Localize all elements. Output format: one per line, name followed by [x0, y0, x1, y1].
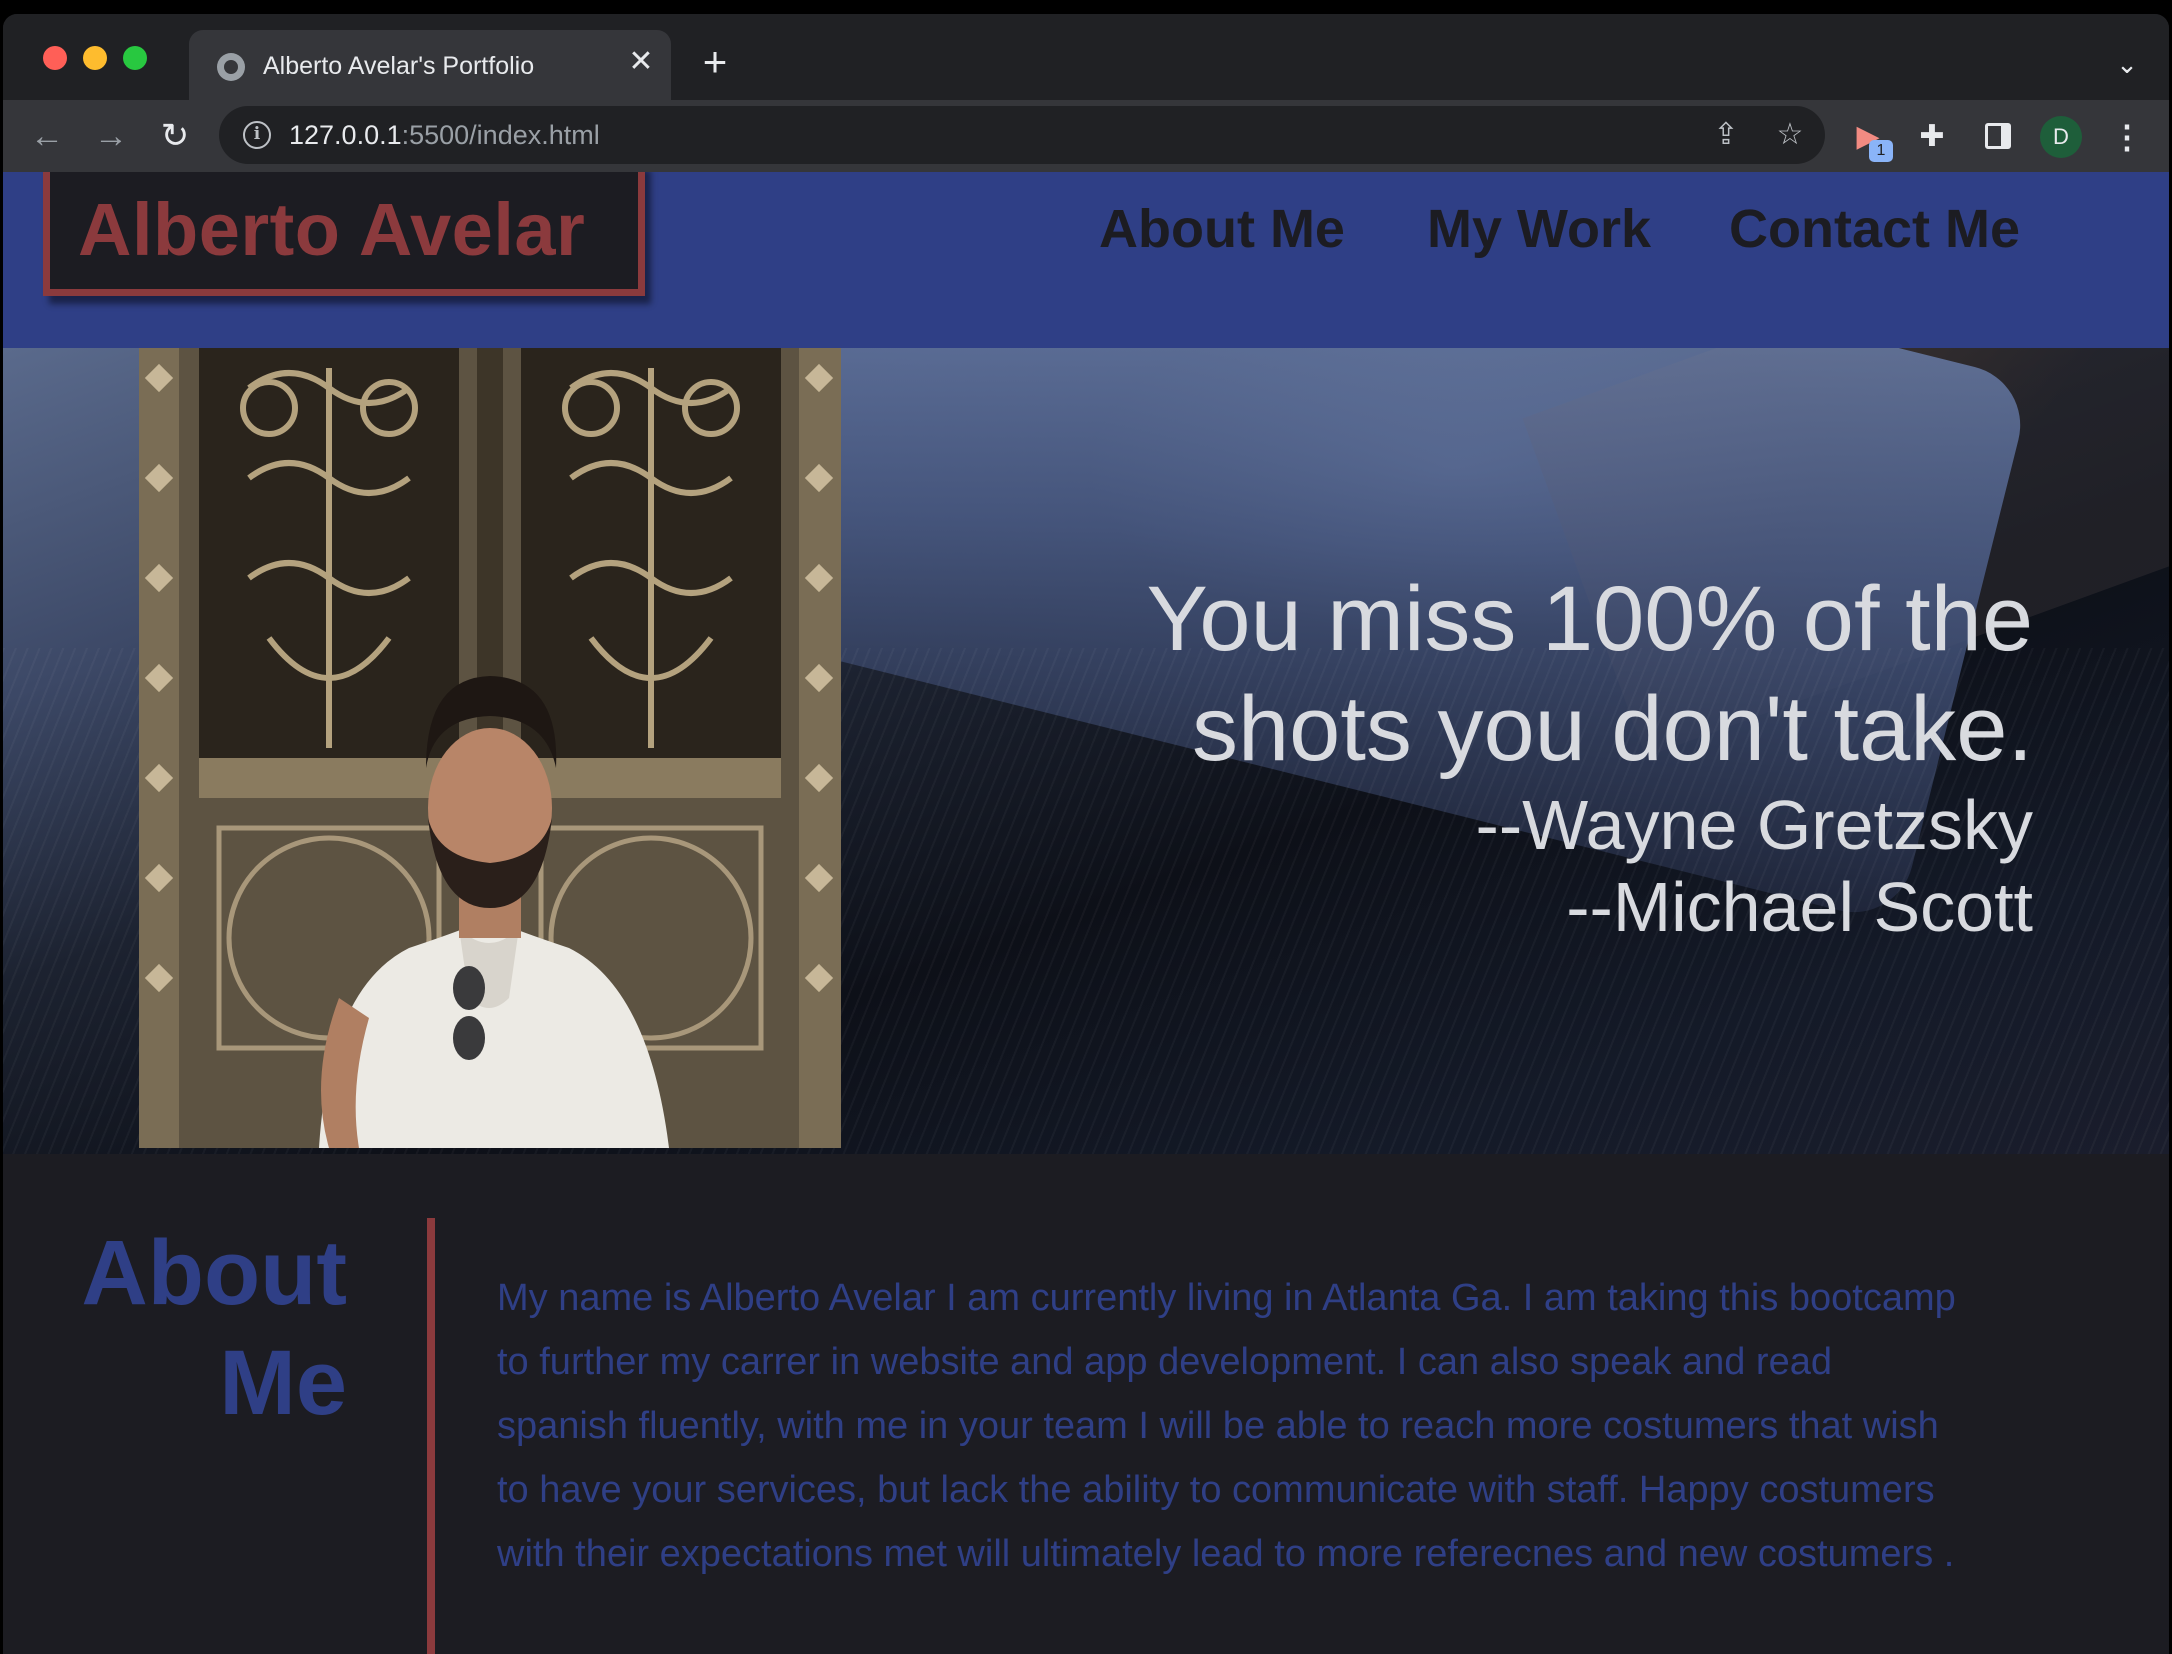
browser-menu-icon[interactable]: ⋮ [2109, 116, 2145, 158]
close-window-button[interactable] [43, 46, 67, 70]
nav-link-about-me[interactable]: About Me [1099, 198, 1345, 260]
extensions-puzzle-icon[interactable]: ✚ [1913, 118, 1951, 156]
quote-line-2: shots you don't take. [1192, 678, 2033, 780]
tab-title: Alberto Avelar's Portfolio [263, 52, 535, 80]
about-body-text: My name is Alberto Avelar I am currently… [497, 1277, 1956, 1575]
browser-toolbar: ← → ↻ i 127.0.0.1:5500/index.html ⇪ ☆ ▶ … [3, 100, 2169, 172]
about-heading-line-2: Me [219, 1332, 347, 1434]
about-divider [427, 1218, 435, 1654]
quote-line-1: You miss 100% of the [1146, 568, 2034, 670]
tab-strip: Alberto Avelar's Portfolio ✕ + ⌄ [3, 14, 2169, 100]
about-section: About Me My name is Alberto Avelar I am … [3, 1154, 2169, 1654]
globe-icon [217, 53, 245, 81]
url-path: :5500/index.html [401, 120, 600, 150]
extension-badge: 1 [1869, 140, 1893, 162]
url-host: 127.0.0.1 [289, 120, 402, 150]
nav-link-contact-me[interactable]: Contact Me [1729, 198, 2020, 260]
site-header: Alberto Avelar About Me My Work Contact … [3, 172, 2169, 348]
nav-link-my-work[interactable]: My Work [1427, 198, 1651, 260]
back-arrow-icon[interactable]: ← [25, 114, 69, 158]
share-icon[interactable]: ⇪ [1709, 118, 1743, 152]
page-viewport: Alberto Avelar About Me My Work Contact … [3, 172, 2169, 1654]
url-text[interactable]: 127.0.0.1:5500/index.html [289, 120, 600, 151]
tab-portfolio[interactable]: Alberto Avelar's Portfolio ✕ [189, 30, 671, 100]
side-panel-icon[interactable] [1979, 118, 2017, 156]
profile-photo [139, 348, 841, 1148]
minimize-window-button[interactable] [83, 46, 107, 70]
quote-attribution-2: --Michael Scott [1566, 868, 2033, 946]
new-tab-button[interactable]: + [695, 41, 735, 84]
address-bar[interactable]: i 127.0.0.1:5500/index.html ⇪ ☆ [219, 106, 1825, 164]
reload-icon[interactable]: ↻ [153, 114, 197, 158]
bookmark-star-icon[interactable]: ☆ [1773, 118, 1807, 152]
forward-arrow-icon[interactable]: → [89, 114, 133, 158]
about-heading: About Me [63, 1218, 347, 1438]
logo[interactable]: Alberto Avelar [43, 172, 645, 296]
quote-attribution-1: --Wayne Gretzsky [1475, 786, 2033, 864]
tab-search-chevron-icon[interactable]: ⌄ [2107, 44, 2147, 84]
close-tab-icon[interactable]: ✕ [625, 46, 657, 78]
site-info-icon[interactable]: i [243, 121, 271, 149]
profile-avatar[interactable]: D [2040, 116, 2082, 158]
browser-window: Alberto Avelar's Portfolio ✕ + ⌄ ← → ↻ i… [3, 14, 2169, 1654]
logo-text: Alberto Avelar [78, 188, 586, 271]
about-heading-line-1: About [81, 1222, 347, 1324]
maximize-window-button[interactable] [123, 46, 147, 70]
hero-quote: You miss 100% of the shots you don't tak… [1147, 564, 2034, 948]
hero-section: You miss 100% of the shots you don't tak… [3, 348, 2169, 1154]
